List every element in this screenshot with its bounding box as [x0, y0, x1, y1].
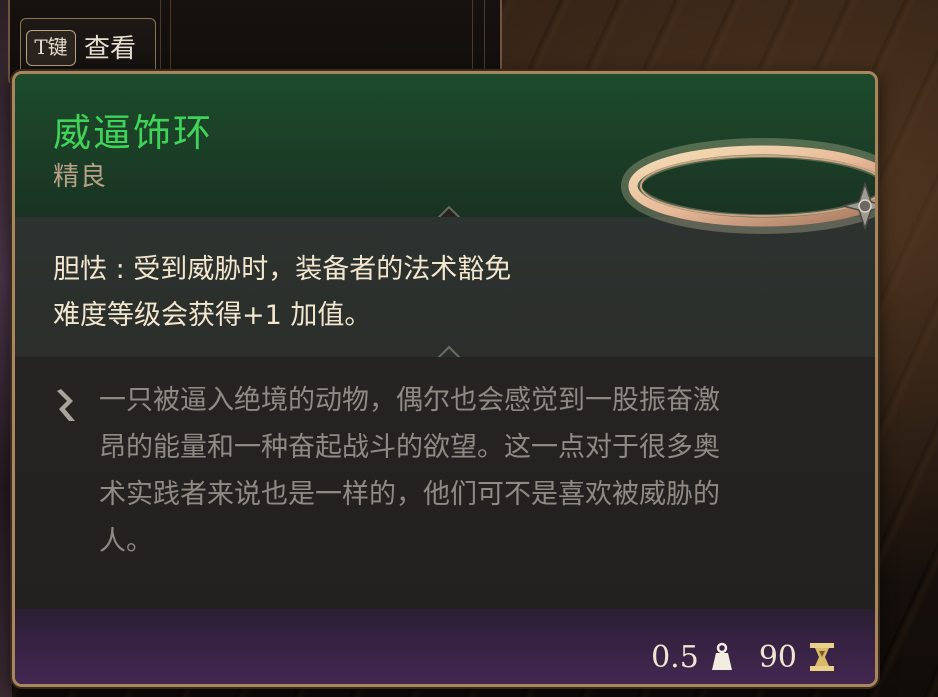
- inspect-label: 查看: [84, 34, 137, 64]
- item-stats: 0.5 90: [651, 637, 835, 677]
- flavor-text: 一只被逼入绝境的动物，偶尔也会感觉到一股振奋激 昂的能量和一种奋起战斗的欲望。这…: [99, 377, 839, 565]
- tooltip-footer: 0.5 90: [15, 609, 875, 684]
- weight-icon: [711, 642, 732, 670]
- effect-line-1: 胆怯 : 受到威胁时，装备者的法术豁免: [53, 254, 512, 285]
- background-character-edge: [0, 0, 12, 697]
- item-effect: 胆怯 : 受到威胁时，装备者的法术豁免 难度等级会获得+1 加值。: [53, 247, 613, 339]
- item-rarity: 精良: [53, 162, 108, 192]
- item-name: 威逼饰环: [53, 111, 214, 155]
- price-value: 90: [758, 639, 797, 675]
- item-tooltip-card: 威逼饰环 精良 胆怯 : 受到威胁时，装备者的法术豁免 难度等级会获得+1 加值…: [12, 71, 878, 687]
- effect-line-2: 难度等级会获得+1 加值。: [53, 300, 372, 331]
- flavor-line: 一只被逼入绝境的动物，偶尔也会感觉到一股振奋激: [99, 385, 720, 416]
- ring-item-image: [621, 138, 875, 234]
- quote-icon: [57, 389, 75, 421]
- weight-value: 0.5: [651, 639, 699, 675]
- flavor-line: 人。: [99, 526, 153, 557]
- gold-icon: [810, 643, 834, 671]
- flavor-section: 一只被逼入绝境的动物，偶尔也会感觉到一股振奋激 昂的能量和一种奋起战斗的欲望。这…: [15, 357, 875, 609]
- flavor-line: 术实践者来说也是一样的，他们可不是喜欢被威胁的: [99, 479, 720, 510]
- flavor-line: 昂的能量和一种奋起战斗的欲望。这一点对于很多奥: [99, 432, 720, 463]
- hotkey-badge: T键: [26, 30, 76, 66]
